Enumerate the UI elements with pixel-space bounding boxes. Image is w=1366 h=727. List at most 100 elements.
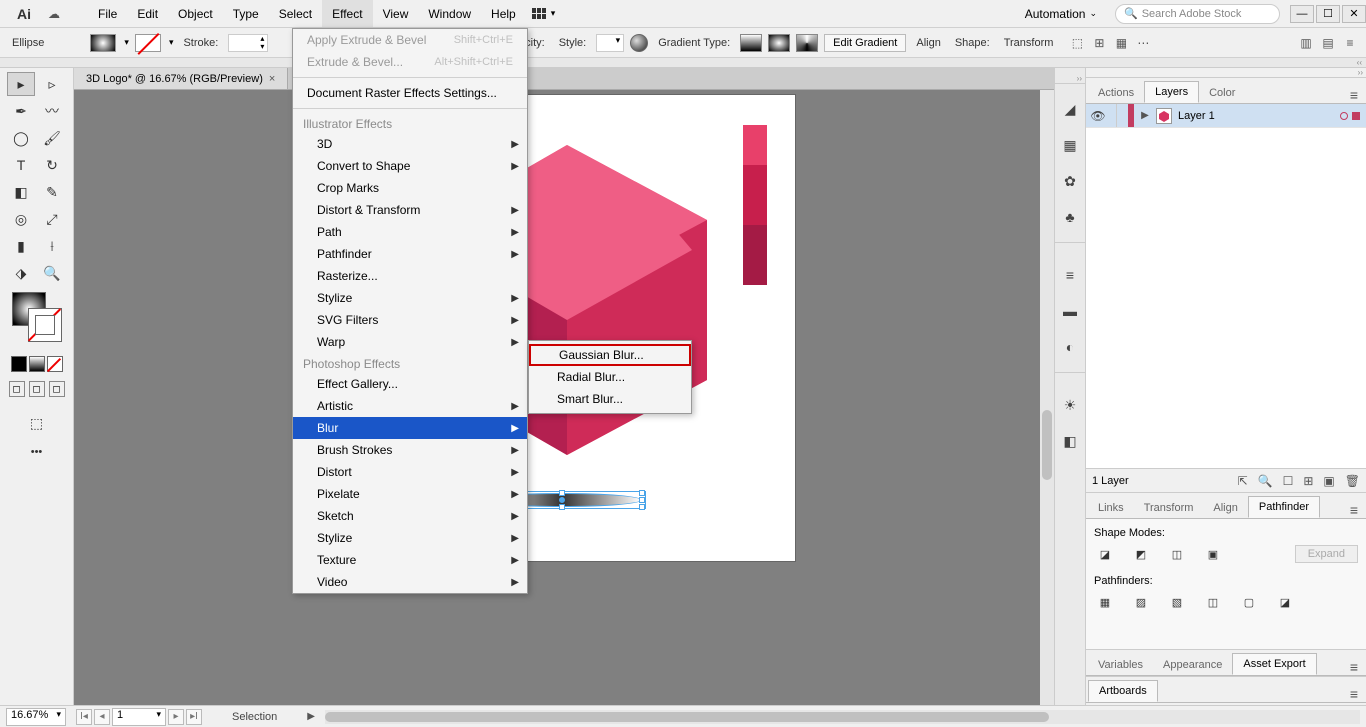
visibility-toggle-icon[interactable]: 👁 bbox=[1086, 109, 1110, 123]
menu-3d[interactable]: 3D▶ bbox=[293, 133, 527, 155]
intersect-icon[interactable]: ◫ bbox=[1166, 543, 1188, 565]
menu-object[interactable]: Object bbox=[168, 0, 223, 27]
stroke-weight-input[interactable]: ▴▾ bbox=[228, 34, 268, 52]
draw-inside[interactable]: ◻ bbox=[49, 381, 65, 397]
brushes-panel-icon[interactable]: ✿ bbox=[1059, 170, 1081, 192]
menu-blur[interactable]: Blur▶ bbox=[293, 417, 527, 439]
layers-flyout[interactable]: ≡ bbox=[1344, 87, 1364, 103]
menu-type[interactable]: Type bbox=[223, 0, 269, 27]
gradient-radial[interactable] bbox=[768, 34, 790, 52]
properties-panel-icon[interactable]: ◢ bbox=[1059, 98, 1081, 120]
new-layer-icon[interactable]: ▣ bbox=[1323, 474, 1334, 488]
edit-icon[interactable]: ⊞ bbox=[1091, 35, 1107, 51]
menu-smart-blur[interactable]: Smart Blur... bbox=[529, 388, 691, 410]
ellipse-tool[interactable]: ◯ bbox=[7, 126, 35, 150]
first-artboard-button[interactable]: I◂ bbox=[76, 709, 92, 725]
arrange-doc-icon[interactable]: ▥ bbox=[1298, 35, 1314, 51]
appearance-panel-icon[interactable]: ☀ bbox=[1059, 394, 1081, 416]
menu-effect[interactable]: Effect bbox=[322, 0, 372, 27]
menu-effect-gallery[interactable]: Effect Gallery... bbox=[293, 373, 527, 395]
gradient-linear[interactable] bbox=[740, 34, 762, 52]
graphic-styles-panel-icon[interactable]: ◧ bbox=[1059, 430, 1081, 452]
draw-normal[interactable]: ◻ bbox=[9, 381, 25, 397]
horizontal-scrollbar[interactable] bbox=[325, 710, 1360, 724]
paintbrush-tool[interactable]: 🖌 bbox=[38, 126, 66, 150]
menu-brush-strokes[interactable]: Brush Strokes▶ bbox=[293, 439, 527, 461]
layer-name[interactable]: Layer 1 bbox=[1178, 110, 1215, 122]
make-clip-mask-icon[interactable]: ☐ bbox=[1283, 474, 1294, 488]
menu-file[interactable]: File bbox=[88, 0, 127, 27]
menu-last-effect[interactable]: Extrude & Bevel...Alt+Shift+Ctrl+E bbox=[293, 51, 527, 73]
menu-sketch[interactable]: Sketch▶ bbox=[293, 505, 527, 527]
outline-icon[interactable]: ▢ bbox=[1238, 591, 1260, 613]
free-transform-tool[interactable]: ⬗ bbox=[7, 261, 35, 285]
tab-layers[interactable]: Layers bbox=[1144, 81, 1199, 103]
stroke-swatch[interactable] bbox=[135, 34, 161, 52]
menu-convert-to-shape[interactable]: Convert to Shape▶ bbox=[293, 155, 527, 177]
menu-gaussian-blur[interactable]: Gaussian Blur... bbox=[529, 344, 691, 366]
direct-selection-tool[interactable]: ▹ bbox=[38, 72, 66, 96]
maximize-button[interactable]: ☐ bbox=[1316, 5, 1340, 23]
vertical-scrollbar[interactable] bbox=[1040, 90, 1054, 705]
menu-crop-marks[interactable]: Crop Marks bbox=[293, 177, 527, 199]
cloud-sync-icon[interactable]: ☁ bbox=[48, 7, 68, 21]
menu-select[interactable]: Select bbox=[269, 0, 322, 27]
panel-collapse-strip[interactable] bbox=[0, 58, 1366, 68]
trim-icon[interactable]: ▨ bbox=[1130, 591, 1152, 613]
tab-appearance[interactable]: Appearance bbox=[1153, 655, 1232, 675]
menu-video[interactable]: Video▶ bbox=[293, 571, 527, 593]
fill-stroke-indicator[interactable] bbox=[12, 292, 62, 342]
gradient-panel-icon[interactable]: ▬ bbox=[1059, 300, 1081, 322]
merge-icon[interactable]: ▧ bbox=[1166, 591, 1188, 613]
artboard-number-input[interactable]: 1▾ bbox=[112, 708, 166, 726]
scale-tool[interactable]: ⤢ bbox=[38, 207, 66, 231]
menu-pixelate[interactable]: Pixelate▶ bbox=[293, 483, 527, 505]
pen-tool[interactable]: ✒ bbox=[7, 99, 35, 123]
curvature-tool[interactable]: 〰 bbox=[38, 99, 66, 123]
more-icon[interactable]: ⋯ bbox=[1135, 35, 1151, 51]
zoom-input[interactable]: 16.67%▾ bbox=[6, 708, 66, 726]
minus-back-icon[interactable]: ◪ bbox=[1274, 591, 1296, 613]
menu-warp[interactable]: Warp▶ bbox=[293, 331, 527, 353]
menu-path[interactable]: Path▶ bbox=[293, 221, 527, 243]
menu-stylize-ill[interactable]: Stylize▶ bbox=[293, 287, 527, 309]
layer-row[interactable]: 👁 ▶ Layer 1 bbox=[1086, 104, 1366, 128]
expand-layer-icon[interactable]: ▶ bbox=[1140, 110, 1150, 121]
tab-artboards[interactable]: Artboards bbox=[1088, 680, 1158, 702]
fill-swatch[interactable] bbox=[90, 34, 116, 52]
color-swatch[interactable] bbox=[11, 356, 27, 372]
vstrip-collapse[interactable]: ›› bbox=[1055, 74, 1085, 84]
swatches-panel-icon[interactable]: ▦ bbox=[1059, 134, 1081, 156]
exclude-icon[interactable]: ▣ bbox=[1202, 543, 1224, 565]
tab-color[interactable]: Color bbox=[1199, 83, 1245, 103]
search-stock-input[interactable]: 🔍 Search Adobe Stock bbox=[1115, 4, 1280, 24]
menu-apply-last-effect[interactable]: Apply Extrude & BevelShift+Ctrl+E bbox=[293, 29, 527, 51]
document-tab[interactable]: 3D Logo* @ 16.67% (RGB/Preview) × bbox=[74, 68, 288, 89]
unite-icon[interactable]: ◪ bbox=[1094, 543, 1116, 565]
align-to-icon[interactable]: ▦ bbox=[1113, 35, 1129, 51]
tab-transform[interactable]: Transform bbox=[1134, 498, 1204, 518]
tab-actions[interactable]: Actions bbox=[1088, 83, 1144, 103]
width-tool[interactable]: ⟊ bbox=[38, 234, 66, 258]
last-artboard-button[interactable]: ▸I bbox=[186, 709, 202, 725]
workspace-switcher[interactable]: ▾ bbox=[526, 8, 562, 20]
crop-icon[interactable]: ◫ bbox=[1202, 591, 1224, 613]
eyedropper-tool[interactable]: ✎ bbox=[38, 180, 66, 204]
zoom-tool[interactable]: 🔍 bbox=[38, 261, 66, 285]
gradient-swatch[interactable] bbox=[29, 356, 45, 372]
tab-variables[interactable]: Variables bbox=[1088, 655, 1153, 675]
next-artboard-button[interactable]: ▸ bbox=[168, 709, 184, 725]
tab-align[interactable]: Align bbox=[1203, 498, 1247, 518]
menu-artistic[interactable]: Artistic▶ bbox=[293, 395, 527, 417]
type-tool[interactable]: T bbox=[7, 153, 35, 177]
edit-toolbar[interactable]: ••• bbox=[23, 440, 51, 464]
menu-distort-transform[interactable]: Distort & Transform▶ bbox=[293, 199, 527, 221]
none-swatch[interactable] bbox=[47, 356, 63, 372]
control-flyout[interactable]: ≡ bbox=[1342, 35, 1358, 51]
close-tab-icon[interactable]: × bbox=[269, 73, 275, 85]
close-button[interactable]: ✕ bbox=[1342, 5, 1366, 23]
pathfinder-flyout[interactable]: ≡ bbox=[1344, 502, 1364, 518]
eraser-tool[interactable]: ◧ bbox=[7, 180, 35, 204]
isolate-icon[interactable]: ⬚ bbox=[1069, 35, 1085, 51]
workspace-dropdown[interactable]: Automation⌄ bbox=[1015, 7, 1107, 21]
